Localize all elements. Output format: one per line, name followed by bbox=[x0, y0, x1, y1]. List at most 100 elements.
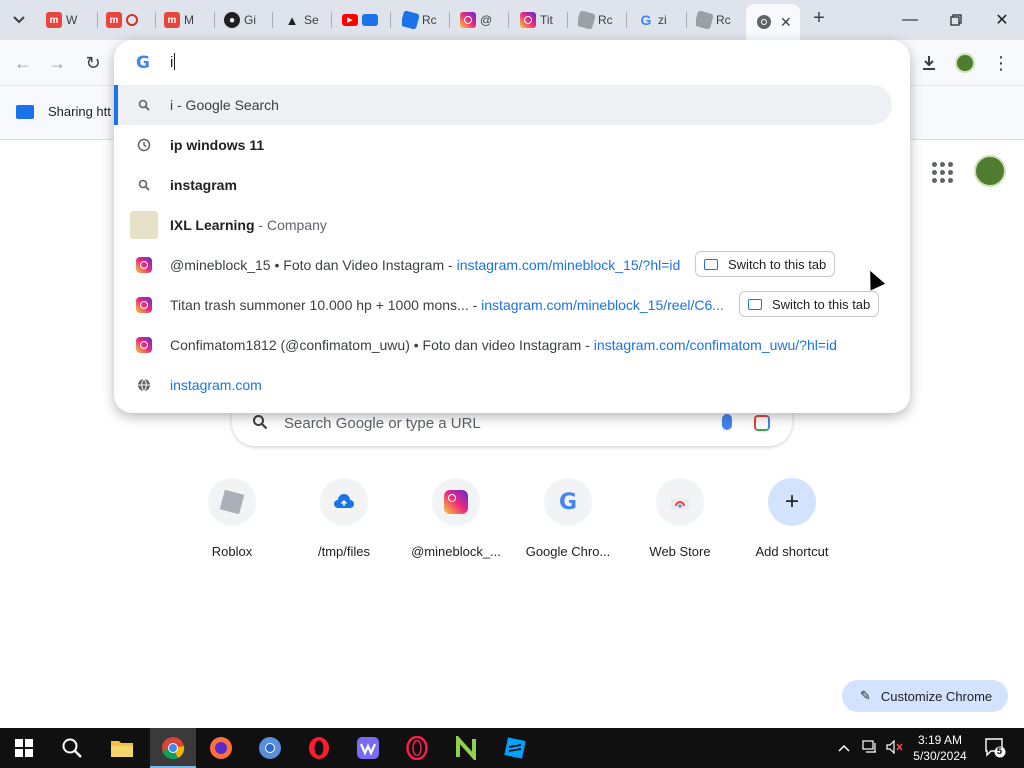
shortcut-tile[interactable]: G Google Chro... bbox=[512, 478, 624, 568]
tab-11[interactable]: Rc bbox=[696, 6, 742, 34]
shortcut-tile[interactable]: /tmp/files bbox=[288, 478, 400, 568]
tab-8[interactable]: Tit bbox=[520, 6, 566, 34]
tab-4[interactable]: ▲ Se bbox=[284, 6, 330, 34]
tab-icon bbox=[748, 298, 762, 310]
suggestion-row[interactable]: instagram.com bbox=[114, 365, 910, 405]
search-icon bbox=[134, 175, 154, 195]
notification-count: 5 bbox=[997, 746, 1003, 756]
restore-icon bbox=[950, 14, 962, 26]
suggestion-row[interactable]: Titan trash summoner 10.000 hp + 1000 mo… bbox=[114, 285, 910, 325]
search-icon[interactable] bbox=[58, 734, 86, 762]
m-icon: m bbox=[164, 12, 180, 28]
tab-9[interactable]: Rc bbox=[578, 6, 624, 34]
chevron-down-icon bbox=[13, 16, 25, 24]
roblox-icon bbox=[578, 10, 596, 30]
opera-gx-icon[interactable] bbox=[403, 734, 431, 762]
microphone-icon[interactable] bbox=[722, 414, 732, 430]
customize-chrome-button[interactable]: ✎ Customize Chrome bbox=[842, 680, 1008, 712]
chrome-icon[interactable] bbox=[159, 734, 187, 762]
download-icon bbox=[923, 56, 935, 70]
network-icon[interactable] bbox=[862, 740, 878, 757]
m-icon: m bbox=[46, 12, 62, 28]
roblox-icon bbox=[208, 478, 256, 526]
google-lens-icon[interactable] bbox=[754, 415, 770, 431]
suggestion-row[interactable]: IXL Learning - Company bbox=[114, 205, 910, 245]
tab-7[interactable]: @ bbox=[460, 6, 506, 34]
roblox-icon bbox=[696, 10, 714, 30]
tab-10[interactable]: Gzi bbox=[638, 6, 684, 34]
app-icon[interactable] bbox=[354, 734, 382, 762]
history-icon bbox=[134, 135, 154, 155]
tab-search-button[interactable] bbox=[6, 8, 32, 32]
windows-start-icon[interactable] bbox=[10, 734, 38, 762]
tab-2[interactable]: mM bbox=[164, 6, 210, 34]
new-tab-button[interactable]: + bbox=[808, 8, 830, 30]
back-button[interactable]: ← bbox=[10, 50, 36, 76]
instagram-icon bbox=[432, 478, 480, 526]
instagram-icon bbox=[134, 335, 154, 355]
tab-6[interactable]: Rc bbox=[402, 6, 448, 34]
restore-button[interactable] bbox=[942, 6, 970, 34]
bookmark-item[interactable]: Sharing htt bbox=[16, 104, 111, 119]
omnibox-text: i bbox=[170, 54, 174, 71]
reload-button[interactable]: ↻ bbox=[80, 50, 106, 76]
chromium-icon[interactable] bbox=[256, 734, 284, 762]
window-icon bbox=[362, 14, 378, 26]
firefox-icon[interactable] bbox=[207, 734, 235, 762]
forward-button[interactable]: → bbox=[44, 50, 70, 76]
instagram-icon bbox=[520, 12, 536, 28]
search-icon bbox=[134, 95, 154, 115]
tab-1[interactable]: m bbox=[106, 6, 152, 34]
plus-icon: + bbox=[768, 478, 816, 526]
suggestion-row[interactable]: @mineblock_15 • Foto dan Video Instagram… bbox=[114, 245, 910, 285]
chevron-up-icon[interactable] bbox=[838, 740, 850, 755]
opera-icon[interactable] bbox=[305, 734, 333, 762]
google-icon: G bbox=[544, 478, 592, 526]
file-explorer-icon[interactable] bbox=[108, 734, 136, 762]
instagram-icon bbox=[134, 255, 154, 275]
instagram-icon bbox=[460, 12, 476, 28]
bookmark-icon bbox=[16, 104, 34, 119]
tab-5[interactable]: ▶ bbox=[342, 6, 388, 34]
suggestion-row[interactable]: ip windows 11 bbox=[114, 125, 910, 165]
globe-icon bbox=[134, 375, 154, 395]
omnibox-dropdown: G i i - Google Search ip windows 11 inst… bbox=[114, 40, 910, 413]
minimize-button[interactable]: — bbox=[896, 6, 924, 34]
youtube-icon: ▶ bbox=[342, 14, 358, 26]
avatar[interactable] bbox=[974, 155, 1006, 187]
shortcut-tile[interactable]: Web Store bbox=[624, 478, 736, 568]
suggestion-row[interactable]: Confimatom1812 (@confimatom_uwu) • Foto … bbox=[114, 325, 910, 365]
chrome-icon bbox=[757, 15, 771, 29]
tab-0[interactable]: mW bbox=[46, 6, 92, 34]
google-icon: G bbox=[640, 12, 652, 28]
tab-active[interactable]: ✕ bbox=[746, 4, 800, 40]
tab-3[interactable]: ● Gi bbox=[224, 6, 270, 34]
suggestion-row[interactable]: instagram bbox=[114, 165, 910, 205]
volume-muted-icon[interactable] bbox=[886, 739, 904, 757]
google-apps-icon[interactable] bbox=[930, 160, 954, 184]
omnibox-input[interactable]: G i bbox=[114, 40, 910, 84]
record-icon bbox=[126, 14, 138, 26]
suggestion-row[interactable]: i - Google Search bbox=[114, 85, 892, 125]
taskbar: 3:19 AM 5/30/2024 5 bbox=[0, 728, 1024, 768]
roblox-icon bbox=[402, 10, 420, 30]
search-icon bbox=[252, 414, 268, 435]
notepad-plus-icon[interactable] bbox=[452, 734, 480, 762]
menu-button[interactable]: ⋮ bbox=[988, 50, 1014, 76]
switch-to-tab-button[interactable]: Switch to this tab bbox=[695, 251, 836, 277]
roblox-studio-icon[interactable] bbox=[501, 734, 529, 762]
shortcut-tile[interactable]: + Add shortcut bbox=[736, 478, 848, 568]
entity-thumbnail bbox=[130, 211, 158, 239]
shortcut-tile[interactable]: @mineblock_... bbox=[400, 478, 512, 568]
avatar bbox=[955, 53, 975, 73]
close-window-button[interactable]: ✕ bbox=[988, 6, 1016, 34]
m-icon: m bbox=[106, 12, 122, 28]
download-button[interactable] bbox=[916, 50, 942, 76]
notification-icon bbox=[985, 738, 1006, 758]
notification-center-button[interactable]: 5 bbox=[984, 736, 1006, 761]
shortcut-tile[interactable]: Roblox bbox=[176, 478, 288, 568]
close-tab-icon[interactable]: ✕ bbox=[780, 14, 792, 31]
profile-button[interactable] bbox=[952, 50, 978, 76]
switch-to-tab-button[interactable]: Switch to this tab bbox=[739, 291, 880, 317]
system-clock[interactable]: 3:19 AM 5/30/2024 bbox=[908, 732, 972, 764]
